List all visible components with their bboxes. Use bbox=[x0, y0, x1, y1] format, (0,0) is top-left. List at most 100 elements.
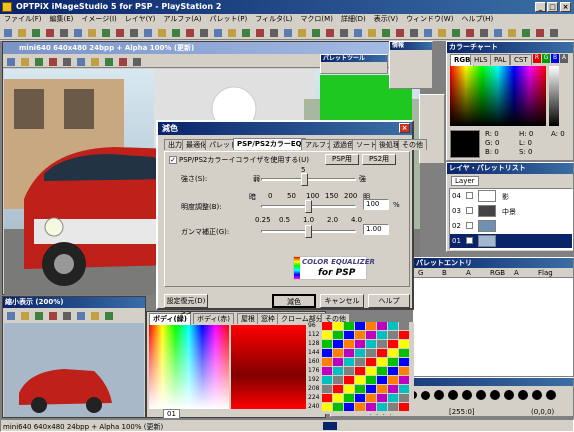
palette-swatch[interactable] bbox=[344, 394, 354, 402]
main-tool-icon-5[interactable] bbox=[71, 26, 83, 38]
palette-swatch[interactable] bbox=[366, 385, 376, 393]
main-tool-icon-37[interactable] bbox=[519, 26, 531, 38]
palette-swatch[interactable] bbox=[333, 322, 343, 330]
palette-swatch[interactable] bbox=[377, 394, 387, 402]
zoom-tool-icon-6[interactable] bbox=[88, 309, 100, 321]
main-tool-icon-38[interactable] bbox=[533, 26, 545, 38]
main-tool-icon-7[interactable] bbox=[99, 26, 111, 38]
palette-swatch[interactable] bbox=[333, 358, 343, 366]
pen-size-option[interactable] bbox=[434, 390, 444, 400]
zoom-tool-icon-4[interactable] bbox=[60, 309, 72, 321]
main-tool-icon-39[interactable] bbox=[547, 26, 559, 38]
maximize-button[interactable]: □ bbox=[547, 2, 558, 12]
pen-size-option[interactable] bbox=[462, 390, 472, 400]
palette-swatch[interactable] bbox=[377, 349, 387, 357]
palette-swatch[interactable] bbox=[355, 385, 365, 393]
main-tool-icon-19[interactable] bbox=[267, 26, 279, 38]
palette-swatch[interactable] bbox=[333, 331, 343, 339]
palette-swatch[interactable] bbox=[355, 349, 365, 357]
palette-swatch[interactable] bbox=[322, 358, 332, 366]
palette-swatch[interactable] bbox=[366, 376, 376, 384]
paint-tool-icon-3[interactable] bbox=[433, 108, 443, 118]
palette-swatch[interactable] bbox=[355, 376, 365, 384]
paint-tool-icon-1[interactable] bbox=[433, 96, 443, 106]
zoom-tool-icon-7[interactable] bbox=[102, 309, 114, 321]
layer-visible-checkbox[interactable] bbox=[466, 237, 473, 244]
main-tool-icon-10[interactable] bbox=[141, 26, 153, 38]
reduce-ok-button[interactable]: 減色 bbox=[272, 294, 316, 308]
palette-swatch[interactable] bbox=[399, 358, 409, 366]
menu-item-5[interactable]: パレット(P) bbox=[206, 14, 252, 25]
palette-swatch[interactable] bbox=[333, 376, 343, 384]
palette-swatch[interactable] bbox=[388, 403, 398, 411]
menu-item-0[interactable]: ファイル(F) bbox=[0, 14, 46, 25]
palette-swatch[interactable] bbox=[355, 322, 365, 330]
paint-tool-icon-4[interactable] bbox=[421, 120, 431, 130]
main-tool-icon-26[interactable] bbox=[365, 26, 377, 38]
palette-swatch[interactable] bbox=[333, 340, 343, 348]
main-tool-icon-4[interactable] bbox=[57, 26, 69, 38]
palette-swatch[interactable] bbox=[388, 376, 398, 384]
menu-item-2[interactable]: イメージ(I) bbox=[77, 14, 120, 25]
zoom-tool-icon-1[interactable] bbox=[18, 309, 30, 321]
palette-swatch[interactable] bbox=[388, 385, 398, 393]
palette-swatch[interactable] bbox=[344, 349, 354, 357]
ps2-preset-button[interactable]: PS2用 bbox=[362, 154, 396, 165]
palette-swatch[interactable] bbox=[377, 331, 387, 339]
palette-swatch[interactable] bbox=[399, 322, 409, 330]
palette-swatch[interactable] bbox=[399, 331, 409, 339]
main-tool-icon-20[interactable] bbox=[281, 26, 293, 38]
dialog-tab-8[interactable]: その他 bbox=[398, 139, 427, 150]
main-tool-icon-32[interactable] bbox=[449, 26, 461, 38]
main-tool-icon-31[interactable] bbox=[435, 26, 447, 38]
palette-swatch[interactable] bbox=[388, 331, 398, 339]
paint-tool-icon-0[interactable] bbox=[421, 96, 431, 106]
layer-row[interactable]: 03 中景 bbox=[450, 204, 572, 218]
palette-swatch[interactable] bbox=[366, 394, 376, 402]
menu-item-3[interactable]: レイヤ(Y) bbox=[121, 14, 160, 25]
palette-swatch[interactable] bbox=[322, 376, 332, 384]
palette-swatch[interactable] bbox=[377, 403, 387, 411]
main-tool-icon-14[interactable] bbox=[197, 26, 209, 38]
image-tool-icon-5[interactable] bbox=[74, 55, 86, 67]
palette-swatch[interactable] bbox=[377, 358, 387, 366]
palette-swatch[interactable] bbox=[344, 331, 354, 339]
palette-swatch[interactable] bbox=[333, 385, 343, 393]
palette-swatch[interactable] bbox=[366, 367, 376, 375]
main-tool-icon-33[interactable] bbox=[463, 26, 475, 38]
layer-row[interactable]: 04 影 bbox=[450, 189, 572, 203]
color-swatch-red[interactable] bbox=[231, 325, 311, 409]
main-tool-icon-8[interactable] bbox=[113, 26, 125, 38]
main-tool-icon-22[interactable] bbox=[309, 26, 321, 38]
palette-swatch[interactable] bbox=[388, 349, 398, 357]
palette-swatch[interactable] bbox=[344, 340, 354, 348]
image-tool-icon-8[interactable] bbox=[116, 55, 128, 67]
palette-swatch[interactable] bbox=[355, 367, 365, 375]
pen-size-option[interactable] bbox=[421, 390, 430, 400]
palette-swatch[interactable] bbox=[322, 403, 332, 411]
palette-swatch[interactable] bbox=[366, 349, 376, 357]
pen-size-option[interactable] bbox=[448, 390, 458, 400]
dialog-tool-icon-0[interactable] bbox=[223, 296, 235, 308]
zoom-tool-icon-5[interactable] bbox=[74, 309, 86, 321]
color-chart-tab-cst[interactable]: CST bbox=[510, 54, 532, 65]
main-tool-icon-3[interactable] bbox=[43, 26, 55, 38]
palette-swatch[interactable] bbox=[377, 385, 387, 393]
main-tool-icon-17[interactable] bbox=[239, 26, 251, 38]
minimize-button[interactable]: _ bbox=[535, 2, 546, 12]
dialog-tool-icon-2[interactable] bbox=[251, 296, 263, 308]
brightness-slider-thumb[interactable] bbox=[305, 200, 312, 213]
palette-swatch[interactable] bbox=[344, 385, 354, 393]
palette-swatch[interactable] bbox=[399, 385, 409, 393]
palette-swatch[interactable] bbox=[333, 349, 343, 357]
paint-tool-icon-9[interactable] bbox=[433, 144, 443, 154]
zoom-tool-icon-3[interactable] bbox=[46, 309, 58, 321]
main-tool-icon-12[interactable] bbox=[169, 26, 181, 38]
main-tool-icon-11[interactable] bbox=[155, 26, 167, 38]
palette-swatch[interactable] bbox=[366, 340, 376, 348]
main-tool-icon-28[interactable] bbox=[393, 26, 405, 38]
zoom-tool-icon-2[interactable] bbox=[32, 309, 44, 321]
layer-row[interactable]: 01 bbox=[450, 234, 572, 248]
main-tool-icon-29[interactable] bbox=[407, 26, 419, 38]
menu-item-9[interactable]: 表示(V) bbox=[370, 14, 402, 25]
